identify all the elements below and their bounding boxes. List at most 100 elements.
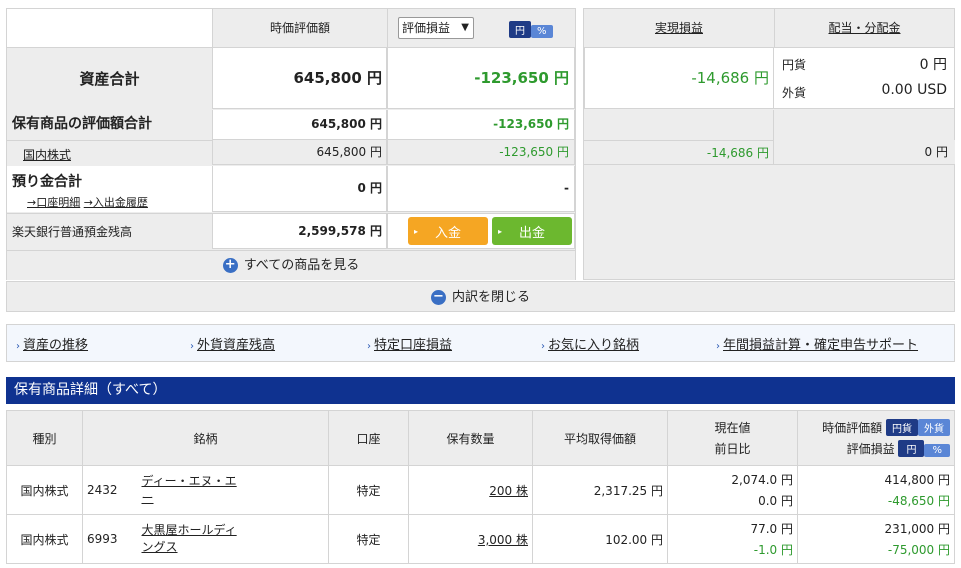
col-mv: 時価評価額 [822, 421, 883, 435]
row-price: 2,074.0 円 [731, 473, 793, 487]
chevron-right-icon: › [367, 341, 371, 352]
holdings-total-pl: -123,650 円 [387, 110, 575, 140]
total-assets-pl: -123,650 円 [387, 47, 575, 109]
nav-favorites[interactable]: › お気に入り銘柄 [541, 334, 639, 353]
total-assets-market-value: 645,800 円 [212, 47, 387, 109]
unit-yen-button[interactable]: 円 [509, 21, 531, 38]
row-qty-link[interactable]: 200 株 [489, 484, 528, 498]
domestic-pl: -123,650 円 [387, 140, 575, 165]
total-assets-label: 資産合計 [79, 70, 140, 88]
col-name: 銘柄 [82, 410, 329, 466]
row-pl: -75,000 円 [887, 543, 950, 557]
nav-asset-history-label: 資産の推移 [23, 338, 89, 353]
domestic-dividend: 0 円 [774, 140, 955, 165]
row-mv: 231,000 円 [884, 522, 950, 536]
mv-yen-button[interactable]: 円貨 [886, 419, 918, 436]
deposits-label-cell: 預り金合計 →口座明細 →入出金履歴 [7, 166, 212, 212]
table-row: 国内株式 6993 大黒屋ホールディ ングス 特定 3,000 株 102.00 … [6, 514, 955, 564]
show-all-label: すべての商品を見る [243, 258, 360, 273]
dividend-header: 配当・分配金 [774, 9, 954, 47]
pl-mode-value: 評価損益 [402, 21, 451, 35]
realized-header: 実現損益 [584, 9, 774, 47]
unit-pct-button[interactable]: % [531, 25, 553, 38]
col-avg-cost: 平均取得価額 [532, 410, 668, 466]
col-pl: 評価損益 [846, 442, 895, 456]
nav-fx-balance[interactable]: › 外貨資産残高 [190, 334, 275, 353]
row-code: 6993 [82, 514, 138, 564]
nav-tax-support-label: 年間損益計算・確定申告サポート [723, 338, 919, 353]
bank-buttons-cell: ▸ 入金 ▸ 出金 [387, 213, 575, 249]
row-name-line2: ングス [141, 540, 178, 554]
nav-tax-support[interactable]: › 年間損益計算・確定申告サポート [716, 334, 918, 353]
realized-link[interactable]: 実現損益 [655, 21, 703, 35]
pl-mode-select[interactable]: 評価損益 ▼ [398, 17, 474, 39]
caret-right-icon: ▸ [498, 226, 503, 236]
row-price-cell: 2,074.0 円 0.0 円 [667, 465, 798, 515]
deposit-button[interactable]: ▸ 入金 [408, 217, 488, 245]
domestic-market-value: 645,800 円 [212, 140, 387, 165]
row-name-link[interactable]: ディー・エヌ・エー [142, 474, 237, 505]
row-qty-link[interactable]: 3,000 株 [478, 533, 528, 547]
close-breakdown-label: 内訳を閉じる [451, 290, 530, 305]
market-value-header: 時価評価額 [212, 9, 387, 47]
table-header-row: 種別 銘柄 口座 保有数量 平均取得価額 現在値 前日比 時価評価額 円貨 外貨 … [6, 410, 955, 466]
minus-circle-icon: − [430, 290, 446, 305]
caret-right-icon: ▸ [414, 226, 419, 236]
bank-balance-label: 楽天銀行普通預金残高 [7, 213, 212, 249]
holdings-total-label: 保有商品の評価額合計 [7, 110, 212, 140]
row-name-cell: ディー・エヌ・エー [137, 465, 329, 515]
chevron-right-icon: › [541, 341, 545, 352]
plus-circle-icon: + [222, 258, 238, 273]
row-price-cell: 77.0 円 -1.0 円 [667, 514, 798, 564]
realized-total: -14,686 円 [584, 47, 774, 109]
row-name-cell: 大黒屋ホールディ ングス [137, 514, 329, 564]
dividend-fx-label: 外貨 [782, 86, 807, 100]
row-name-line1: 大黒屋ホールディ [141, 523, 237, 537]
col-pl-line: 評価損益 円% [802, 440, 950, 457]
row-qty-cell: 3,000 株 [408, 514, 533, 564]
realized-holdings-spacer [584, 110, 774, 140]
nav-specific-account-pl[interactable]: › 特定口座損益 [367, 334, 452, 353]
row-mv-cell: 231,000 円 -75,000 円 [797, 514, 955, 564]
pl-yen-button[interactable]: 円 [898, 440, 925, 457]
chevron-right-icon: › [190, 341, 194, 352]
col-price-change: 現在値 前日比 [667, 410, 798, 466]
nav-asset-history[interactable]: › 資産の推移 [16, 334, 88, 353]
table-row: 国内株式 2432 ディー・エヌ・エー 特定 200 株 2,317.25 円 … [6, 465, 955, 515]
dividend-link[interactable]: 配当・分配金 [828, 21, 900, 35]
chevron-right-icon: › [716, 341, 720, 352]
row-price: 77.0 円 [750, 522, 793, 536]
domestic-realized: -14,686 円 [584, 140, 774, 165]
show-all-products[interactable]: + すべての商品を見る [7, 250, 575, 280]
row-type: 国内株式 [6, 514, 83, 564]
deposits-label: 預り金合計 [12, 174, 82, 190]
row-account: 特定 [328, 514, 409, 564]
row-avg: 2,317.25 円 [532, 465, 668, 515]
col-change: 前日比 [714, 442, 751, 456]
row-change: 0.0 円 [758, 494, 793, 508]
chevron-right-icon: › [16, 341, 20, 352]
pl-header: 評価損益 ▼ 円% [387, 9, 575, 47]
col-mv-line: 時価評価額 円貨 外貨 [802, 419, 950, 436]
row-code: 2432 [82, 465, 138, 515]
unit-toggle[interactable]: 円% [509, 21, 553, 38]
row-change: -1.0 円 [753, 543, 793, 557]
pl-pct-button[interactable]: % [924, 444, 950, 457]
row-name-line1: ディー・エヌ・エ [141, 474, 237, 488]
row-pl: -48,650 円 [887, 494, 950, 508]
domestic-stock-link[interactable]: 国内株式 [23, 146, 71, 163]
close-breakdown[interactable]: − 内訳を閉じる [6, 281, 955, 312]
holdings-total-market-value: 645,800 円 [212, 110, 387, 140]
holdings-table: 種別 銘柄 口座 保有数量 平均取得価額 現在値 前日比 時価評価額 円貨 外貨 … [6, 410, 955, 564]
dividend-yen-value: 0 円 [919, 57, 947, 73]
nav-specific-account-pl-label: 特定口座損益 [374, 338, 453, 353]
account-detail-link[interactable]: →口座明細 [27, 196, 80, 209]
mv-fx-button[interactable]: 外貨 [918, 419, 950, 436]
transfer-history-link[interactable]: →入出金履歴 [84, 196, 148, 209]
domestic-stock-cell: 国内株式 [7, 140, 212, 165]
withdraw-button[interactable]: ▸ 出金 [492, 217, 572, 245]
col-mv-pl: 時価評価額 円貨 外貨 評価損益 円% [797, 410, 955, 466]
withdraw-button-label: 出金 [518, 225, 545, 241]
row-name-link[interactable]: 大黒屋ホールディ ングス [142, 523, 237, 554]
col-type: 種別 [6, 410, 83, 466]
